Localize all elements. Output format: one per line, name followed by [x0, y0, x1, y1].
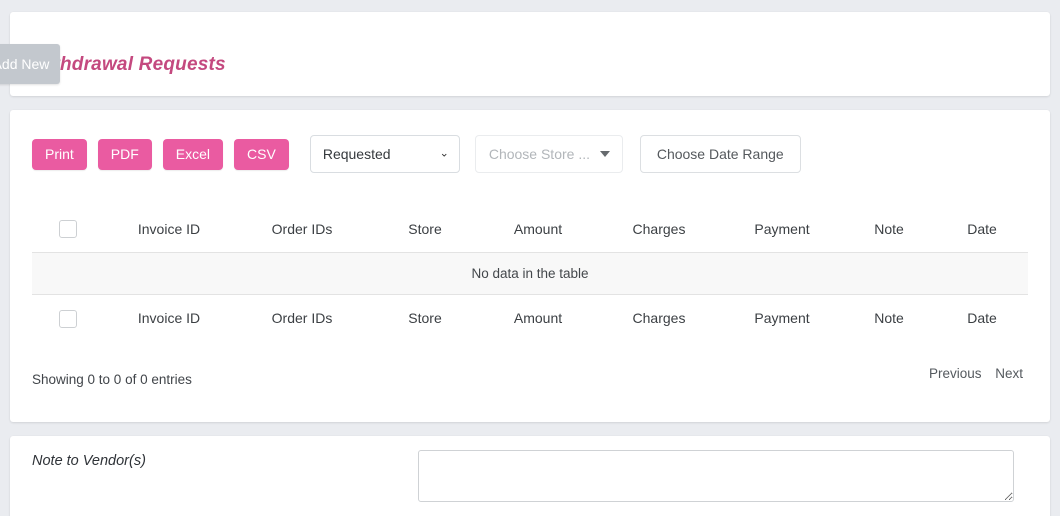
table-head: Invoice ID Order IDs Store Amount Charge… — [32, 206, 1028, 254]
pdf-button[interactable]: PDF — [97, 138, 152, 170]
footer-order-ids: Order IDs — [234, 294, 370, 342]
choose-date-range-button[interactable]: Choose Date Range — [639, 135, 801, 173]
add-new-button[interactable]: Add New — [0, 44, 60, 84]
footer-date: Date — [936, 294, 1028, 342]
print-button[interactable]: Print — [32, 138, 87, 170]
header-invoice-id[interactable]: Invoice ID — [104, 206, 234, 254]
table-pagination: Previous Next — [924, 366, 1028, 381]
excel-button[interactable]: Excel — [162, 138, 224, 170]
empty-state-row: No data in the table — [32, 252, 1028, 296]
header-amount[interactable]: Amount — [480, 206, 596, 254]
header-store[interactable]: Store — [370, 206, 480, 254]
footer-charges: Charges — [596, 294, 722, 342]
table-info: Showing 0 to 0 of 0 entries — [32, 372, 192, 387]
page-header-card: Withdrawal Requests — [10, 12, 1050, 96]
empty-state-message: No data in the table — [32, 252, 1028, 296]
note-to-vendors-textarea[interactable] — [418, 450, 1014, 502]
note-to-vendors-card: Note to Vendor(s) — [10, 436, 1050, 516]
table-footer-row: Invoice ID Order IDs Store Amount Charge… — [32, 294, 1028, 342]
note-to-vendors-label: Note to Vendor(s) — [32, 453, 146, 469]
select-all-header — [32, 206, 104, 254]
select-all-checkbox[interactable] — [59, 220, 77, 239]
table-body: No data in the table — [32, 252, 1028, 296]
table-header-row: Invoice ID Order IDs Store Amount Charge… — [32, 206, 1028, 254]
store-select[interactable]: Choose Store ... — [474, 135, 623, 173]
select-all-checkbox-footer[interactable] — [59, 309, 77, 328]
footer-payment: Payment — [722, 294, 842, 342]
withdrawal-requests-table: Invoice ID Order IDs Store Amount Charge… — [32, 206, 1028, 342]
triangle-down-icon — [599, 151, 610, 157]
header-payment[interactable]: Payment — [722, 206, 842, 254]
store-select-placeholder: Choose Store ... — [488, 146, 590, 162]
withdrawal-table-card: Print PDF Excel CSV Requested ⌄ Choose S… — [10, 110, 1050, 422]
csv-button[interactable]: CSV — [234, 138, 289, 170]
table-foot: Invoice ID Order IDs Store Amount Charge… — [32, 294, 1028, 342]
pagination-next[interactable]: Next — [990, 363, 1028, 384]
pagination-previous[interactable]: Previous — [924, 363, 987, 384]
select-all-footer — [32, 294, 104, 342]
header-order-ids[interactable]: Order IDs — [234, 206, 370, 254]
footer-amount: Amount — [480, 294, 596, 342]
header-charges[interactable]: Charges — [596, 206, 722, 254]
header-date[interactable]: Date — [936, 206, 1028, 254]
status-select-wrapper: Requested ⌄ — [300, 135, 460, 173]
status-select[interactable]: Requested — [309, 135, 460, 173]
footer-store: Store — [370, 294, 480, 342]
footer-invoice-id: Invoice ID — [104, 294, 234, 342]
table-toolbar: Print PDF Excel CSV Requested ⌄ Choose S… — [32, 135, 801, 173]
footer-note: Note — [842, 294, 936, 342]
header-note[interactable]: Note — [842, 206, 936, 254]
page-root: Withdrawal Requests Add New Print PDF Ex… — [0, 0, 1060, 516]
